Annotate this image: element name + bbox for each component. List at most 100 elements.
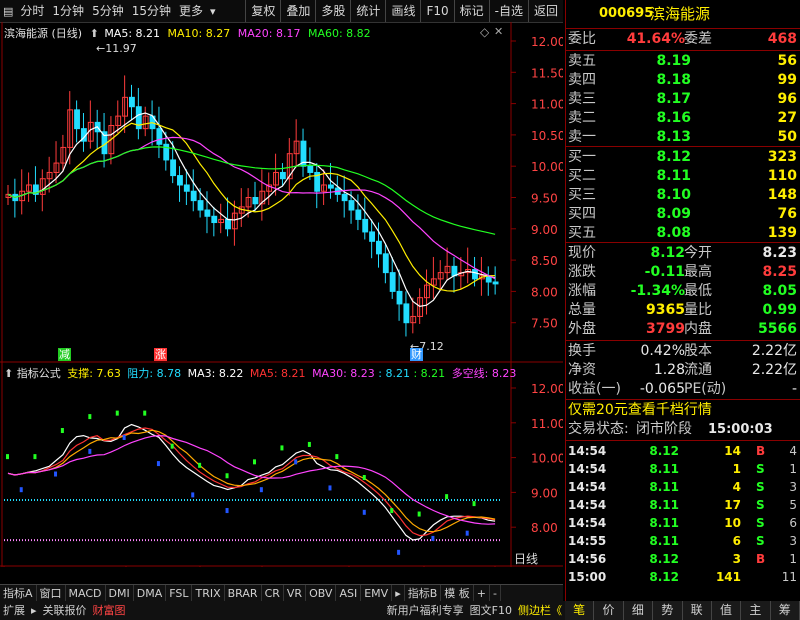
side-tab-main[interactable]: 主 <box>741 601 771 620</box>
tick-count: 3 <box>789 480 797 494</box>
indicator-tab-window[interactable]: 窗口 <box>37 585 66 602</box>
candle-body <box>362 218 369 233</box>
ma5-legend: MA5: 8.21 <box>104 27 161 40</box>
side-tab-chips[interactable]: 筹 <box>771 601 800 620</box>
bid-level-row: 买五 8.08 139 <box>566 224 800 243</box>
fundamental-value: - <box>791 381 797 397</box>
indicator-tab-macd[interactable]: MACD <box>66 585 106 602</box>
candle-body <box>307 165 314 173</box>
zoom-out-button[interactable]: - <box>490 585 501 602</box>
high-price-marker: ←11.97 <box>96 42 137 55</box>
period-label[interactable]: 日线 <box>514 550 538 567</box>
zoom-in-button[interactable]: + <box>474 585 490 602</box>
tick-row[interactable]: 14:54 8.11 1 S 1 <box>566 460 800 478</box>
f10-button[interactable]: F10 <box>420 0 453 22</box>
tick-volume: 4 <box>732 480 741 494</box>
tab-5min[interactable]: 5分钟 <box>88 0 128 22</box>
ind-marker <box>19 487 23 493</box>
overlay-button[interactable]: 叠加 <box>280 0 315 22</box>
indicator-axis-label: 12.00 <box>531 382 563 396</box>
draw-line-button[interactable]: 画线 <box>385 0 420 22</box>
side-tab-ticks[interactable]: 笔 <box>565 601 595 620</box>
mark-button[interactable]: 标记 <box>453 0 489 22</box>
tick-row[interactable]: 14:56 8.12 3 B 1 <box>566 550 800 568</box>
side-tab-detail[interactable]: 细 <box>624 601 654 620</box>
side-tab-trend[interactable]: 势 <box>653 601 683 620</box>
side-tab-price[interactable]: 价 <box>594 601 624 620</box>
indicator-tab-fsl[interactable]: FSL <box>166 585 193 602</box>
fuquan-button[interactable]: 复权 <box>245 0 280 22</box>
quote-label: 涨跌 <box>568 264 596 280</box>
fundamental-value: 2.22亿 <box>751 362 797 378</box>
tick-row[interactable]: 15:00 8.12 141 11 <box>566 568 800 586</box>
tick-count: 11 <box>781 570 797 584</box>
multi-stock-button[interactable]: 多股 <box>315 0 350 22</box>
side-tab-related[interactable]: 联 <box>683 601 712 620</box>
indicator-tab-b[interactable]: 指标B <box>405 585 442 602</box>
stats-button[interactable]: 统计 <box>350 0 385 22</box>
tick-row[interactable]: 14:54 8.11 10 S 6 <box>566 514 800 532</box>
new-user-benefit-link[interactable]: 新用户福利专享 <box>384 601 467 620</box>
indicator-tab-vr[interactable]: VR <box>284 585 307 602</box>
chevron-right-icon[interactable]: ▸ <box>392 585 405 602</box>
indicator-tab-a[interactable]: 指标A <box>0 585 37 602</box>
ma60-legend: MA60: 8.82 <box>307 27 371 40</box>
price-axis-label: 9.00 <box>531 223 558 237</box>
remove-watchlist-button[interactable]: -自选 <box>488 0 528 22</box>
ind-orange-line <box>7 429 496 533</box>
diamond-icon[interactable]: ◇ <box>480 25 489 39</box>
candle-body <box>355 209 362 220</box>
side-tab-bar: 笔 价 细 势 联 值 主 筹 <box>565 601 800 620</box>
event-badge-reduce[interactable]: 减 <box>58 348 71 361</box>
chart-toolbar: ▤ 分时 1分钟 5分钟 15分钟 更多 ▾ 复权 叠加 多股 统计 画线 F1… <box>0 0 563 23</box>
wealth-chart-tab[interactable]: 财富图 <box>90 601 129 620</box>
side-tab-value[interactable]: 值 <box>712 601 742 620</box>
indicator-tab-trix[interactable]: TRIX <box>192 585 225 602</box>
bid-volume: 110 <box>767 168 797 184</box>
tick-row[interactable]: 14:54 8.11 4 S 3 <box>566 478 800 496</box>
up-arrow-icon[interactable]: ⬆ <box>4 367 13 380</box>
fundamental-row: 收益(一) -0.065 PE(动) - <box>566 380 800 399</box>
candle-body <box>369 231 375 242</box>
tab-15min[interactable]: 15分钟 <box>128 0 175 22</box>
related-quotes-tab[interactable]: 关联报价 <box>40 601 90 620</box>
indicator-legend: ⬆ 指标公式 支撑: 7.63 阻力: 8.78 MA3: 8.22 MA5: … <box>4 365 516 381</box>
ind-marker <box>397 549 401 555</box>
ask-volume: 50 <box>777 129 797 145</box>
event-badge-finance[interactable]: 财 <box>410 348 423 361</box>
kline-chart-svg[interactable]: 12.00 11.50 11.00 10.50 10.00 9.50 9.00 8.50 8.0… <box>0 22 565 581</box>
f10-graphic-link[interactable]: 图文F10 <box>467 601 515 620</box>
expand-tab[interactable]: 扩展 <box>0 601 28 620</box>
tick-row[interactable]: 14:54 8.11 17 S 5 <box>566 496 800 514</box>
back-button[interactable]: 返回 <box>527 0 563 22</box>
indicator-tab-asi[interactable]: ASI <box>336 585 362 602</box>
indicator-tab-obv[interactable]: OBV <box>306 585 337 602</box>
tab-fenshi[interactable]: 分时 <box>16 0 48 22</box>
indicator-tab-cr[interactable]: CR <box>262 585 284 602</box>
indicator-tab-dma[interactable]: DMA <box>134 585 167 602</box>
indicator-tab-brar[interactable]: BRAR <box>225 585 262 602</box>
kline-chart-area[interactable]: 12.00 11.50 11.00 10.50 10.00 9.50 9.00 8.50 8.0… <box>0 22 565 581</box>
ind-marker <box>191 492 195 498</box>
tab-more[interactable]: 更多 <box>175 0 207 22</box>
ind-marker <box>362 509 366 515</box>
candle-body <box>472 268 478 280</box>
template-button[interactable]: 模 板 <box>441 585 474 602</box>
close-icon[interactable]: ✕ <box>494 25 503 38</box>
indicator-title[interactable]: 指标公式 <box>17 367 61 380</box>
level2-promo[interactable]: 仅需20元查看千档行情 <box>566 401 800 420</box>
tab-1min[interactable]: 1分钟 <box>48 0 88 22</box>
menu-icon[interactable]: ▤ <box>0 5 16 18</box>
indicator-tab-dmi[interactable]: DMI <box>106 585 134 602</box>
tick-row[interactable]: 14:54 8.12 14 B 4 <box>566 442 800 460</box>
up-arrow-icon[interactable]: ⬆ <box>90 27 99 40</box>
chevron-down-icon[interactable]: ▾ <box>207 5 219 18</box>
tick-row[interactable]: 14:55 8.11 6 S 3 <box>566 532 800 550</box>
indicator-axis-label: 9.00 <box>531 486 558 500</box>
event-badge-rise[interactable]: 涨 <box>154 348 167 361</box>
chevron-right-icon[interactable]: ▸ <box>28 601 40 620</box>
tick-count: 3 <box>789 534 797 548</box>
sidebar-toggle[interactable]: 侧边栏《 <box>515 601 565 620</box>
ind-ma5-line <box>7 427 496 537</box>
indicator-tab-emv[interactable]: EMV <box>361 585 393 602</box>
